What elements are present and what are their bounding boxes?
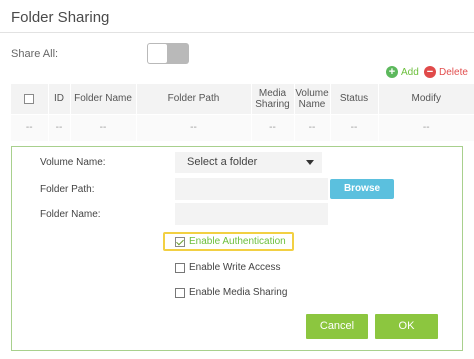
volume-name-select[interactable]: Select a folder [175,152,322,173]
header-media-sharing: Media Sharing [250,84,294,114]
add-label: Add [401,66,419,78]
header-status: Status [329,84,378,114]
table-cell: -- [293,113,330,141]
delete-label: Delete [439,66,468,78]
table-cell: -- [250,113,294,141]
table-cell: -- [329,113,378,141]
browse-button[interactable]: Browse [330,179,394,199]
table-row: -- -- -- -- -- -- -- -- [11,113,474,141]
table-header-row: ID Folder Name Folder Path Media Sharing… [11,84,474,114]
share-all-toggle[interactable] [147,43,189,64]
header-volume-name-line1: Volume [295,87,329,99]
header-media-sharing-line2: Sharing [255,98,290,110]
volume-name-value: Select a folder [187,156,258,168]
volume-name-label: Volume Name: [40,157,106,168]
ok-button[interactable]: OK [375,314,438,339]
enable-write-access-option[interactable]: Enable Write Access [175,262,281,273]
cancel-button[interactable]: Cancel [306,314,368,339]
plus-circle-icon: + [386,66,398,78]
header-select-all[interactable] [11,84,48,114]
delete-button[interactable]: − Delete [424,66,468,78]
page-title: Folder Sharing [11,9,110,26]
chevron-down-icon [306,160,314,165]
header-id: ID [47,84,70,114]
write-access-checkbox[interactable] [175,262,185,273]
table-cell: -- [69,113,136,141]
write-access-label: Enable Write Access [189,262,281,273]
folder-name-field[interactable] [175,203,328,225]
folder-path-label: Folder Path: [40,184,95,195]
header-media-sharing-line1: Media [258,87,287,99]
header-volume-name: Volume Name [293,84,330,114]
add-button[interactable]: + Add [386,66,419,78]
table-cell: -- [135,113,251,141]
folder-table: ID Folder Name Folder Path Media Sharing… [11,84,474,141]
select-all-checkbox[interactable] [24,93,35,104]
authentication-label: Enable Authentication [189,236,286,247]
share-all-label: Share All: [11,48,59,60]
media-sharing-checkbox[interactable] [175,287,185,298]
header-folder-path: Folder Path [135,84,251,114]
media-sharing-label: Enable Media Sharing [189,287,288,298]
folder-path-field[interactable] [175,178,328,200]
header-folder-name: Folder Name [69,84,136,114]
edit-panel: Volume Name: Select a folder Folder Path… [11,146,463,351]
title-divider [0,32,474,33]
enable-media-sharing-option[interactable]: Enable Media Sharing [175,287,287,298]
toggle-knob [148,44,167,63]
table-cell: -- [377,113,474,141]
header-modify: Modify [377,84,474,114]
table-cell: -- [47,113,70,141]
table-cell: -- [11,113,48,141]
authentication-checkbox[interactable] [175,236,185,247]
enable-authentication-option[interactable]: Enable Authentication [175,236,286,247]
folder-name-label: Folder Name: [40,209,101,220]
header-volume-name-line2: Name [298,98,326,110]
minus-circle-icon: − [424,66,436,78]
